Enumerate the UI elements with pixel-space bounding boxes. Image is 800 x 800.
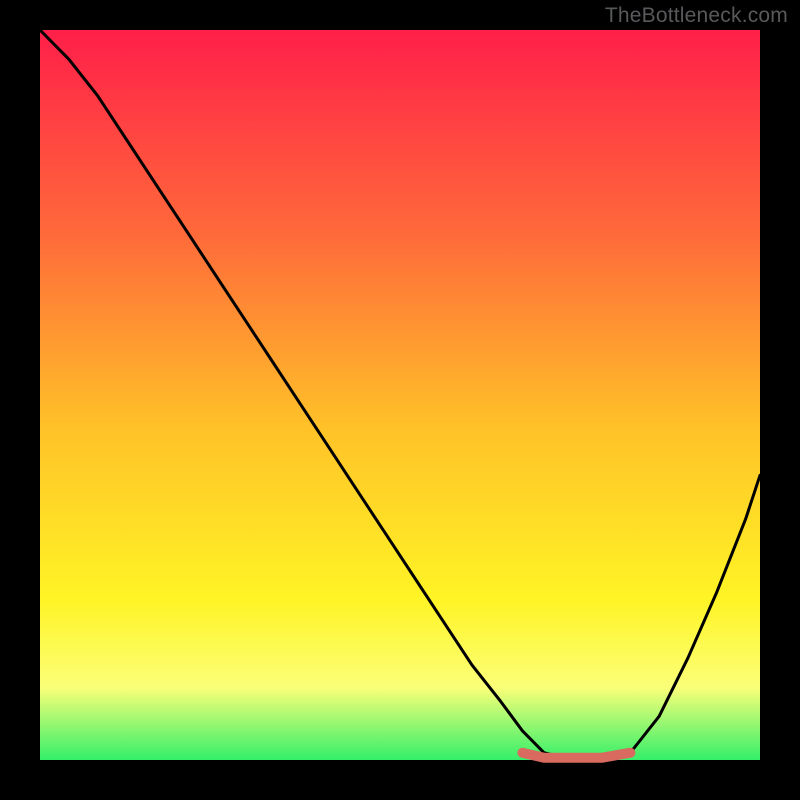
gradient-background (40, 30, 760, 760)
chart-frame: TheBottleneck.com (0, 0, 800, 800)
watermark-text: TheBottleneck.com (605, 4, 788, 28)
optimal-range-marker (522, 753, 630, 758)
bottleneck-chart (0, 0, 800, 800)
